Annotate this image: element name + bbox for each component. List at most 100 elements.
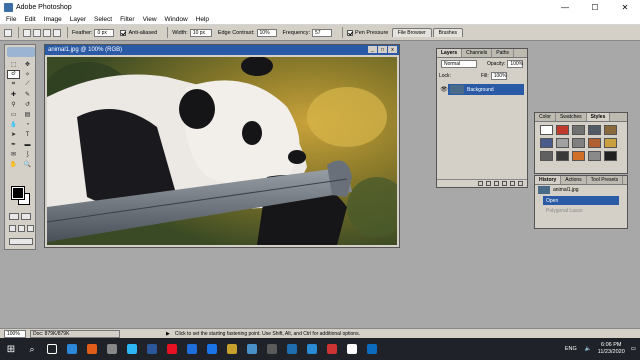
style-swatch[interactable] (540, 138, 553, 148)
menu-help[interactable]: Help (196, 16, 209, 23)
shape-tool-icon[interactable]: ▬ (21, 140, 34, 149)
lasso-tool-icon[interactable]: ᘐ (7, 70, 20, 79)
menu-edit[interactable]: Edit (24, 16, 35, 23)
foreground-color-swatch[interactable] (11, 186, 25, 200)
style-swatch[interactable] (556, 125, 569, 135)
history-state-polygonal-lasso[interactable]: Polygonal Lasso (543, 206, 619, 215)
edge-contrast-input[interactable]: 10% (256, 28, 277, 37)
fill-input[interactable]: 100% (490, 72, 507, 80)
history-state-open[interactable]: Open (543, 196, 619, 205)
app-navy-icon[interactable] (362, 338, 382, 360)
store-icon[interactable] (122, 338, 142, 360)
dodge-tool-icon[interactable]: ◔ (21, 120, 34, 129)
eye-icon[interactable]: 👁 (440, 84, 448, 95)
tab-color[interactable]: Color (535, 113, 556, 121)
style-swatch[interactable] (572, 125, 585, 135)
intersect-selection-icon[interactable] (53, 28, 61, 37)
feather-input[interactable]: 0 px (94, 28, 115, 37)
app-gray-icon[interactable] (262, 338, 282, 360)
menu-file[interactable]: File (6, 16, 16, 23)
notes-tool-icon[interactable]: ✉ (7, 150, 20, 159)
style-swatch[interactable] (604, 125, 617, 135)
blur-tool-icon[interactable]: 💧 (7, 120, 20, 129)
file-explorer-icon[interactable] (102, 338, 122, 360)
trash-icon[interactable] (518, 181, 523, 186)
app-crimson-icon[interactable] (322, 338, 342, 360)
minimize-button[interactable]: — (550, 0, 580, 14)
add-style-icon[interactable] (478, 181, 483, 186)
style-swatch[interactable] (572, 138, 585, 148)
document-maximize-button[interactable]: □ (378, 46, 387, 53)
brush-tool-icon[interactable]: ✎ (21, 90, 34, 99)
edge-icon[interactable] (62, 338, 82, 360)
style-swatch[interactable] (588, 151, 601, 161)
document-minimize-button[interactable]: _ (368, 46, 377, 53)
pen-pressure-checkbox[interactable] (347, 29, 354, 36)
history-brush-icon[interactable]: ↺ (21, 100, 34, 109)
speaker-icon[interactable]: 🔈 (585, 346, 592, 352)
new-layer-icon[interactable] (510, 181, 515, 186)
screen-mode-full-menu-icon[interactable] (18, 225, 25, 232)
zoom-field[interactable]: 100% (4, 329, 26, 338)
status-arrow-icon[interactable]: ▶ (166, 331, 170, 337)
opacity-input[interactable]: 100% (507, 60, 524, 68)
eraser-tool-icon[interactable]: ▭ (7, 110, 20, 119)
image-canvas[interactable] (47, 57, 397, 245)
tab-actions[interactable]: Actions (561, 176, 587, 184)
task-view-icon[interactable] (42, 338, 62, 360)
subtract-selection-icon[interactable] (43, 28, 51, 37)
path-selection-icon[interactable]: ➤ (7, 130, 20, 139)
antialiased-checkbox[interactable] (120, 29, 127, 36)
app-red-icon[interactable] (162, 338, 182, 360)
app-gold-icon[interactable] (222, 338, 242, 360)
new-adjustment-icon[interactable] (502, 181, 507, 186)
magic-wand-tool-icon[interactable]: ✧ (21, 70, 34, 79)
menu-view[interactable]: View (143, 16, 157, 23)
style-swatch[interactable] (572, 151, 585, 161)
tab-styles[interactable]: Styles (586, 113, 611, 121)
style-swatch[interactable] (604, 151, 617, 161)
style-swatch[interactable] (540, 151, 553, 161)
adobe-online-icon[interactable] (7, 47, 35, 57)
firefox-icon[interactable] (82, 338, 102, 360)
app-blue-icon[interactable] (182, 338, 202, 360)
tab-tool-presets[interactable]: Tool Presets (587, 176, 624, 184)
menu-select[interactable]: Select (94, 16, 112, 23)
gradient-tool-icon[interactable]: ▤ (21, 110, 34, 119)
tab-paths[interactable]: Paths (492, 49, 515, 57)
clock[interactable]: 6:06 PM 11/23/2020 (598, 342, 625, 356)
tool-preset-icon[interactable] (4, 28, 12, 37)
word-icon[interactable] (142, 338, 162, 360)
frequency-input[interactable]: 57 (312, 28, 333, 37)
doc-size[interactable]: Doc: 879K/879K (30, 329, 120, 338)
zoom-tool-icon[interactable]: 🔍 (21, 160, 34, 169)
eyedropper-tool-icon[interactable]: ⟆ (21, 150, 34, 159)
search-icon[interactable]: ⌕ (22, 338, 42, 360)
new-selection-icon[interactable] (23, 28, 31, 37)
history-snapshot[interactable]: animal1.jpg (535, 185, 627, 195)
jump-to-imageready-icon[interactable] (9, 238, 33, 245)
new-set-icon[interactable] (494, 181, 499, 186)
type-tool-icon[interactable]: T (21, 130, 34, 139)
hand-tool-icon[interactable]: ✋ (7, 160, 20, 169)
width-input[interactable]: 10 px (189, 28, 212, 37)
app-darkblue-icon[interactable] (282, 338, 302, 360)
style-swatch[interactable] (540, 125, 553, 135)
blend-mode-select[interactable]: Normal (441, 60, 477, 68)
add-selection-icon[interactable] (33, 28, 41, 37)
standard-mode-icon[interactable] (9, 213, 19, 220)
style-swatch[interactable] (588, 125, 601, 135)
tab-history[interactable]: History (535, 176, 562, 184)
tab-file-browser[interactable]: File Browser (391, 28, 432, 37)
document-close-button[interactable]: x (388, 46, 397, 53)
app-skyblue-icon[interactable] (302, 338, 322, 360)
tab-layers[interactable]: Layers (437, 49, 463, 57)
style-swatch[interactable] (556, 138, 569, 148)
style-swatch[interactable] (588, 138, 601, 148)
screen-mode-full-icon[interactable] (27, 225, 34, 232)
language-indicator[interactable]: ENG (565, 346, 577, 352)
tab-channels[interactable]: Channels (462, 49, 493, 57)
quick-mask-icon[interactable] (21, 213, 31, 220)
healing-brush-icon[interactable]: ✚ (7, 90, 20, 99)
screen-mode-standard-icon[interactable] (9, 225, 16, 232)
